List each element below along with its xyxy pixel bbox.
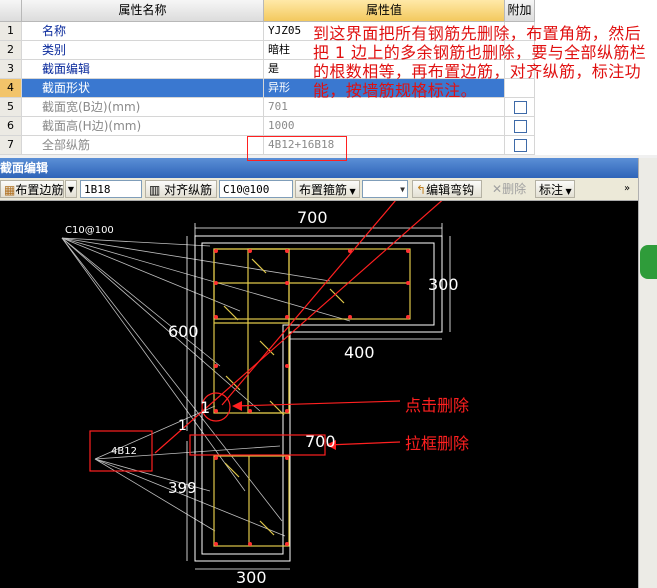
cover-outline xyxy=(201,242,435,555)
callouts: 点击删除 拉框删除 xyxy=(405,396,469,453)
align-rebar-button[interactable]: ▥ 对齐纵筋 xyxy=(145,180,217,198)
side-rebar-input[interactable]: 1B18 xyxy=(80,180,142,198)
right-panel-strip xyxy=(638,158,657,588)
hooks xyxy=(223,258,345,536)
table-row[interactable]: 5 截面宽(B边)(mm) 701 xyxy=(0,98,535,117)
extra-header[interactable]: 附加 xyxy=(505,0,535,22)
stirrup-label: 布置箍筋 xyxy=(299,183,348,197)
name-header[interactable]: 属性名称 xyxy=(22,0,264,22)
index-header xyxy=(0,0,22,22)
edit-hook-button[interactable]: ↰编辑弯钩 xyxy=(412,180,482,198)
row-extra xyxy=(505,117,535,136)
side-rebar-button[interactable]: ▦布置边筋 xyxy=(0,180,64,198)
instruction-note: 到这界面把所有钢筋先删除，布置角筋，然后把 1 边上的多余钢筋也删除，要与全部纵… xyxy=(313,24,647,100)
align-icon: ▥ xyxy=(149,183,161,197)
callout-drag-delete: 拉框删除 xyxy=(405,434,469,453)
label-label: 标注 xyxy=(539,183,564,197)
stirrup-type-select[interactable]: ▼ xyxy=(362,180,408,198)
hook-icon: ↰ xyxy=(416,183,427,197)
editor-toolbar: ▦布置边筋 ▼ 1B18 ▥ 对齐纵筋 C10@100 布置箍筋 ▼ ▼ ↰编辑… xyxy=(0,178,638,201)
stirrup-button[interactable]: 布置箍筋 ▼ xyxy=(295,180,360,198)
section-editor-window: 截面编辑 ▦布置边筋 ▼ 1B18 ▥ 对齐纵筋 C10@100 布置箍筋 ▼ … xyxy=(0,158,638,588)
section-drawing: 700 300 400 600 1 1 700 399 300 C10@100 … xyxy=(61,201,469,587)
row-name: 类别 xyxy=(22,41,264,60)
row-name: 截面高(H边)(mm) xyxy=(22,117,264,136)
panel-tab-icon[interactable] xyxy=(640,245,657,279)
row-index: 1 xyxy=(0,22,22,41)
edit-hook-label: 编辑弯钩 xyxy=(426,183,475,197)
table-row[interactable]: 6 截面高(H边)(mm) 1000 xyxy=(0,117,535,136)
dim-700-mid: 700 xyxy=(305,432,336,451)
stirrup-leader-lines xyxy=(61,237,351,522)
chevron-down-icon: ▼ xyxy=(563,187,572,196)
side-rebar-label: 布置边筋 xyxy=(15,183,64,197)
stirrup-label: C10@100 xyxy=(65,225,114,236)
rebar-label: 4B12 xyxy=(111,446,137,457)
row-index: 6 xyxy=(0,117,22,136)
dim-600: 600 xyxy=(168,322,199,341)
row-name: 截面形状 xyxy=(22,79,264,98)
align-label: 对齐纵筋 xyxy=(164,183,213,197)
chevron-down-icon: ▼ xyxy=(347,187,356,196)
extra-checkbox[interactable] xyxy=(514,120,527,133)
row-value[interactable]: 701 xyxy=(264,98,505,117)
highlight-box xyxy=(247,136,347,161)
row-index: 2 xyxy=(0,41,22,60)
row-name: 名称 xyxy=(22,22,264,41)
stirrup-input[interactable]: C10@100 xyxy=(219,180,293,198)
edge-label-1-b: 1 xyxy=(178,418,187,434)
side-rebar-dropdown-arrow-icon[interactable]: ▼ xyxy=(65,180,77,198)
extra-checkbox[interactable] xyxy=(514,139,527,152)
dim-399: 399 xyxy=(168,479,197,497)
row-name: 全部纵筋 xyxy=(22,136,264,155)
row-index: 7 xyxy=(0,136,22,155)
delete-label: 删除 xyxy=(502,182,527,196)
label-button[interactable]: 标注 ▼ xyxy=(535,180,575,198)
dim-300-bottom: 300 xyxy=(236,568,267,587)
row-extra xyxy=(505,136,535,155)
toolbar-overflow-icon[interactable]: » xyxy=(624,180,636,198)
row-name: 截面编辑 xyxy=(22,60,264,79)
annotation-arrows xyxy=(154,201,443,454)
chevron-down-icon: ▼ xyxy=(400,185,405,194)
edge-label-1-a: 1 xyxy=(200,398,210,417)
rebar-icon: ▦ xyxy=(4,183,16,197)
dim-300-right: 300 xyxy=(428,275,459,294)
extra-checkbox[interactable] xyxy=(514,101,527,114)
delete-icon: ✕ xyxy=(492,182,503,196)
row-index: 3 xyxy=(0,60,22,79)
delete-button[interactable]: ✕删除 xyxy=(492,180,532,198)
row-name: 截面宽(B边)(mm) xyxy=(22,98,264,117)
drawing-labels: 700 300 400 600 1 1 700 399 300 C10@100 … xyxy=(65,208,459,587)
dim-400: 400 xyxy=(344,343,375,362)
callout-click-delete: 点击删除 xyxy=(405,396,469,415)
stirrups xyxy=(213,248,411,547)
rebar-points xyxy=(214,249,410,546)
row-extra xyxy=(505,98,535,117)
row-index: 5 xyxy=(0,98,22,117)
row-index: 4 xyxy=(0,79,22,98)
value-header[interactable]: 属性值 xyxy=(264,0,505,22)
drawing-canvas[interactable]: 700 300 400 600 1 1 700 399 300 C10@100 … xyxy=(0,201,638,588)
dim-700-top: 700 xyxy=(297,208,328,227)
row-value[interactable]: 1000 xyxy=(264,117,505,136)
editor-title: 截面编辑 xyxy=(0,158,638,178)
